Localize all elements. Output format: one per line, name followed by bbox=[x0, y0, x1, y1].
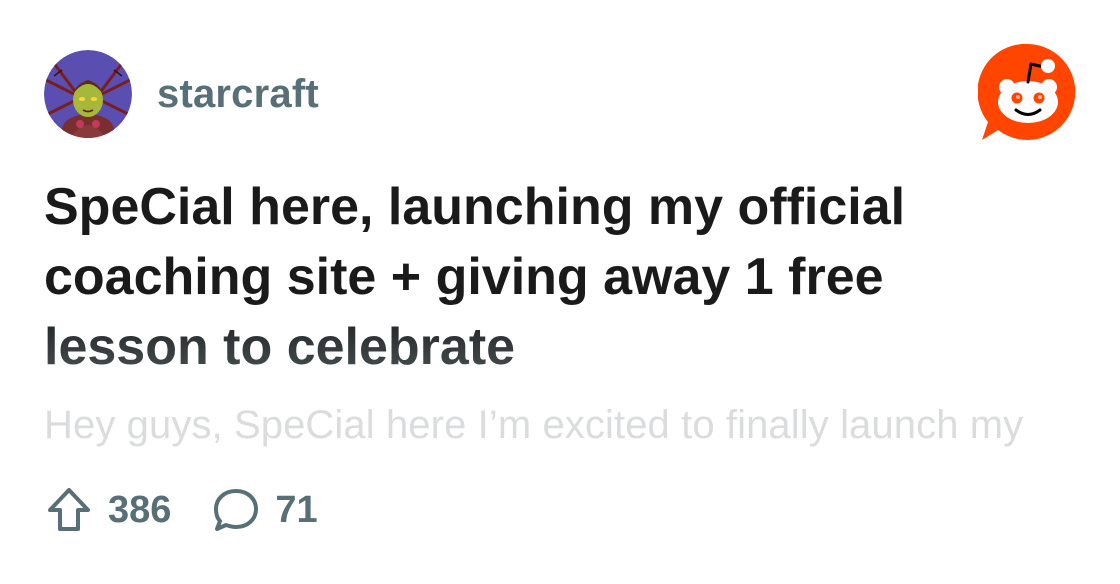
upvote-arrow-icon[interactable] bbox=[44, 485, 94, 535]
post-body-preview: Hey guys, SpeCial here I’m excited to fi… bbox=[44, 403, 1024, 447]
subreddit-name[interactable]: starcraft bbox=[157, 72, 319, 117]
upvote-stat[interactable]: 386 bbox=[44, 485, 171, 535]
comment-bubble-icon[interactable] bbox=[211, 485, 261, 535]
comment-stat[interactable]: 71 bbox=[211, 485, 318, 535]
subreddit-avatar[interactable] bbox=[44, 50, 132, 138]
post-stats: 386 71 bbox=[44, 484, 318, 536]
reddit-logo-icon[interactable] bbox=[978, 42, 1078, 142]
post-header: starcraft bbox=[44, 50, 319, 138]
upvote-count: 386 bbox=[108, 488, 172, 531]
post-title[interactable]: SpeCial here, launching my official coac… bbox=[44, 172, 1044, 382]
comment-count: 71 bbox=[275, 488, 318, 531]
post-share-card: starcraft SpeCial here, launching my off… bbox=[0, 0, 1120, 584]
kerrigan-avatar-icon bbox=[44, 50, 132, 138]
